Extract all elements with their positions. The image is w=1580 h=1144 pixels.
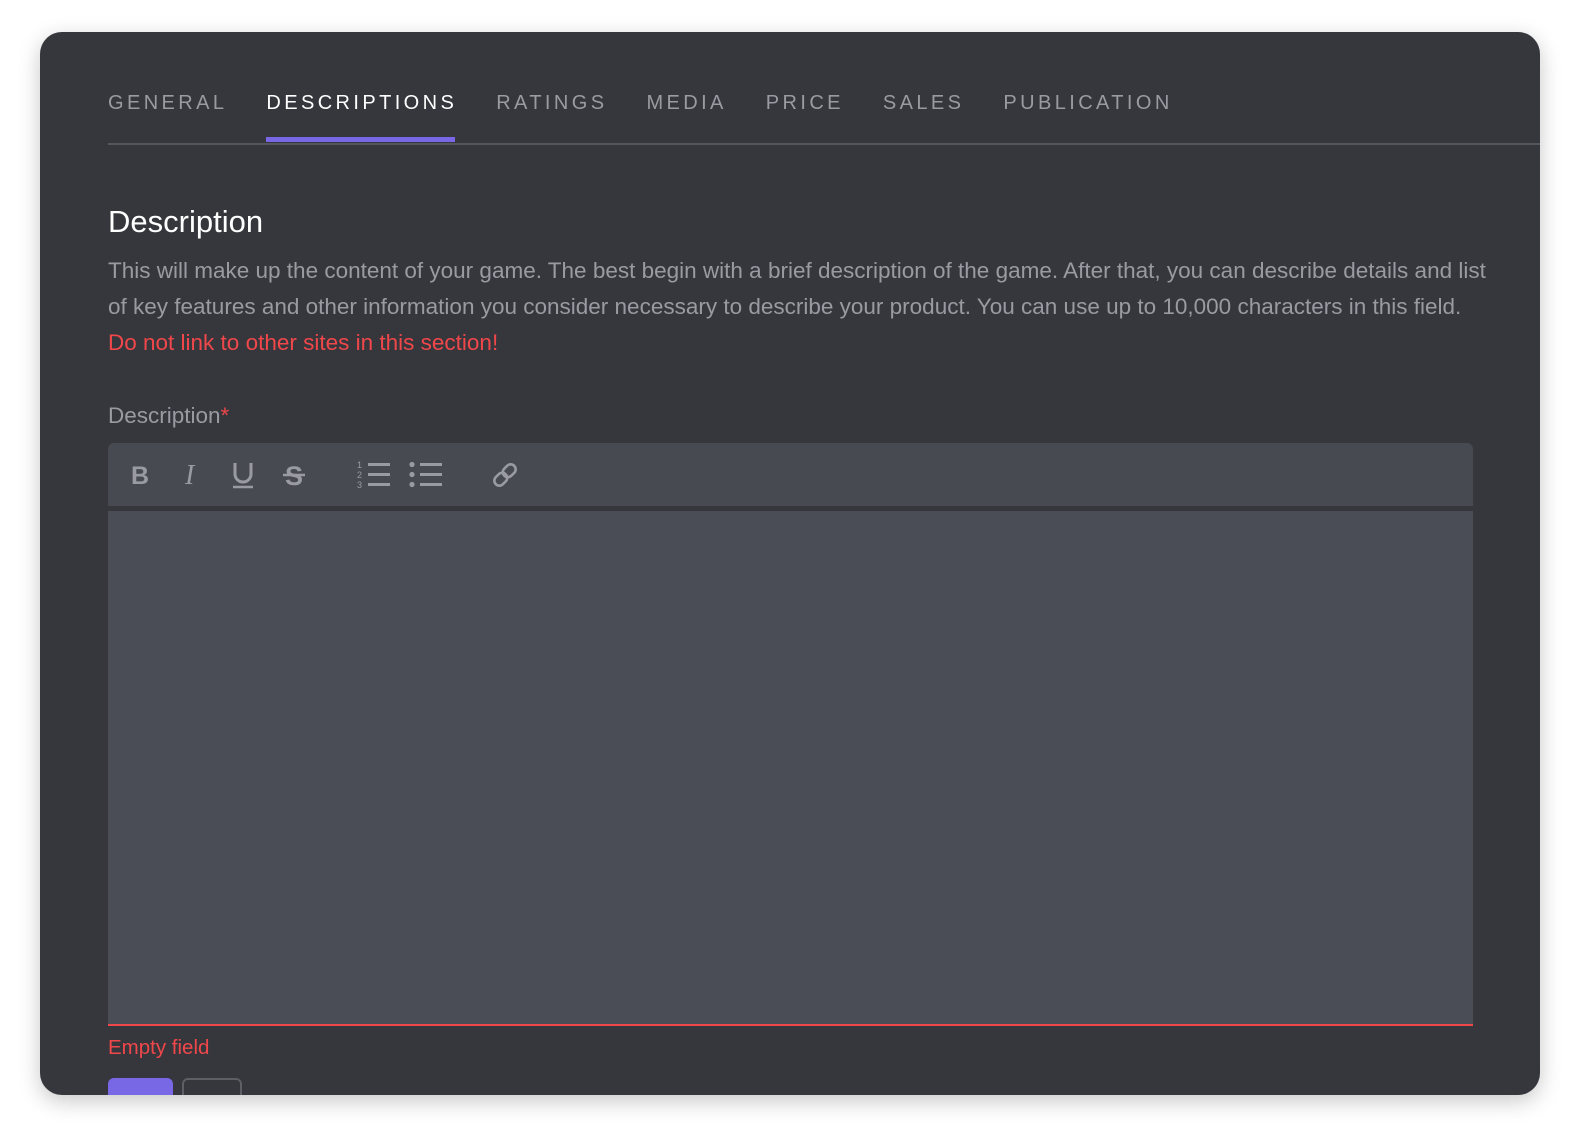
strikethrough-icon: S <box>283 461 305 490</box>
underline-button[interactable] <box>227 443 259 506</box>
section-title: Description <box>108 204 264 239</box>
tab-ratings[interactable]: RATINGS <box>496 92 607 115</box>
secondary-button[interactable] <box>182 1078 242 1095</box>
svg-text:I: I <box>184 462 196 488</box>
tab-bar: GENERAL DESCRIPTIONS RATINGS MEDIA PRICE… <box>108 32 1540 145</box>
primary-button[interactable] <box>108 1078 173 1095</box>
italic-button[interactable]: I <box>176 443 208 506</box>
required-marker: * <box>220 403 230 428</box>
tab-descriptions-label: DESCRIPTIONS <box>266 92 458 114</box>
description-field-label: Description* <box>108 403 229 429</box>
link-icon <box>493 462 517 487</box>
link-button[interactable] <box>486 443 524 506</box>
svg-text:3: 3 <box>357 480 362 490</box>
underline-icon <box>233 462 253 488</box>
ordered-list-button[interactable]: 1 2 3 <box>354 443 394 506</box>
tab-publication[interactable]: PUBLICATION <box>1003 92 1172 115</box>
active-tab-indicator <box>266 137 456 142</box>
ordered-list-icon: 1 2 3 <box>357 460 390 490</box>
link-warning: Do not link to other sites in this secti… <box>108 330 499 355</box>
product-editor-panel: GENERAL DESCRIPTIONS RATINGS MEDIA PRICE… <box>40 32 1540 1095</box>
field-label-text: Description <box>108 403 221 428</box>
tab-descriptions[interactable]: DESCRIPTIONS <box>266 92 458 142</box>
italic-icon: I <box>184 462 196 488</box>
tab-price[interactable]: PRICE <box>766 92 844 115</box>
svg-text:1: 1 <box>357 460 362 470</box>
tab-sales[interactable]: SALES <box>883 92 964 115</box>
section-description-text: This will make up the content of your ga… <box>108 258 1486 319</box>
strikethrough-button[interactable]: S <box>278 443 310 506</box>
section-description: This will make up the content of your ga… <box>108 253 1488 361</box>
bullet-list-button[interactable] <box>406 443 446 506</box>
field-error-message: Empty field <box>108 1036 210 1059</box>
editor-toolbar: B I S 1 2 3 <box>108 443 1473 506</box>
bullet-list-icon <box>409 461 442 487</box>
bold-button[interactable]: B <box>124 443 156 506</box>
tab-media[interactable]: MEDIA <box>646 92 726 115</box>
svg-text:B: B <box>131 462 149 488</box>
description-editor[interactable] <box>108 511 1473 1026</box>
tab-general[interactable]: GENERAL <box>108 92 227 115</box>
bold-icon: B <box>131 462 149 488</box>
svg-text:2: 2 <box>357 470 362 480</box>
